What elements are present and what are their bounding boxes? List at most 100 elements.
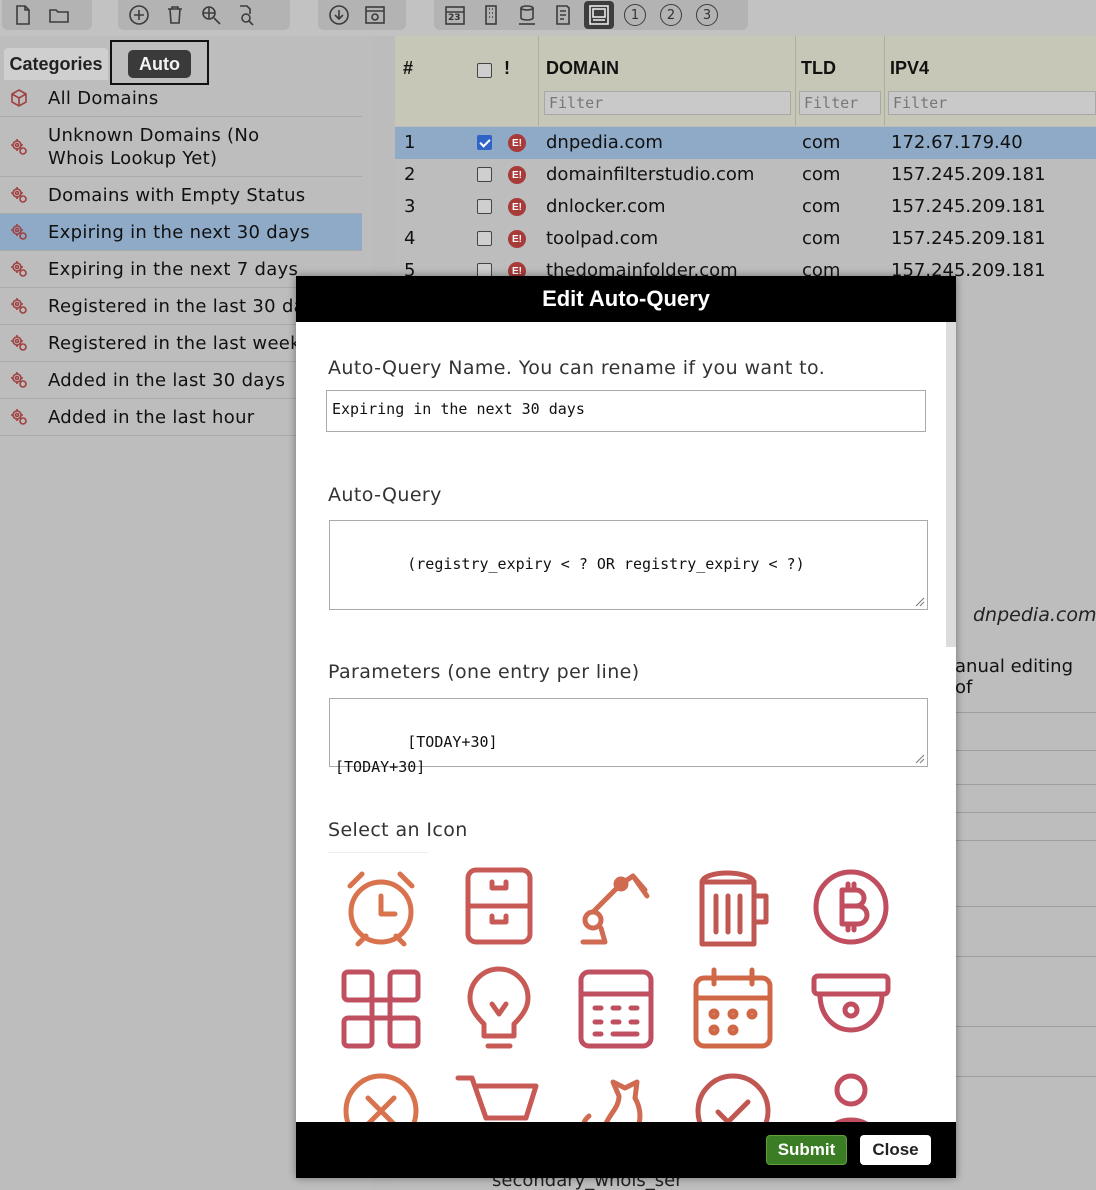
- toolbar: 23 1 2 3: [0, 0, 1096, 36]
- table-row[interactable]: 1 E! dnpedia.com com 172.67.179.40: [395, 127, 1096, 159]
- detail-domain-title: dnpedia.com: [973, 604, 1096, 626]
- category-label: All Domains: [48, 87, 159, 109]
- beer-mug-icon[interactable]: [688, 862, 778, 952]
- gears-icon: [9, 185, 29, 205]
- category-label: Domains with Empty Status: [48, 184, 306, 206]
- name-label: Auto-Query Name. You can rename if you w…: [328, 357, 826, 379]
- resize-handle-icon[interactable]: [915, 597, 925, 607]
- edit-auto-query-dialog: Edit Auto-Query Auto-Query Name. You can…: [296, 276, 956, 1178]
- document-edit-icon[interactable]: [548, 1, 578, 29]
- cat-icon[interactable]: [571, 1066, 661, 1122]
- select-all-checkbox[interactable]: [477, 63, 492, 78]
- divider: [955, 750, 1096, 751]
- category-item-selected[interactable]: Expiring in the next 30 days: [0, 214, 362, 251]
- column-divider: [538, 36, 539, 126]
- category-label: Unknown Domains (No Whois Lookup Yet): [48, 124, 260, 169]
- table-row[interactable]: 2 E! domainfilterstudio.com com 157.245.…: [395, 159, 1096, 191]
- category-label: Added in the last 30 days: [48, 369, 286, 391]
- tld-filter-input[interactable]: Filter: [799, 91, 881, 115]
- view-3-button[interactable]: 3: [692, 1, 722, 29]
- category-label: Registered in the last 30 days: [48, 295, 326, 317]
- gears-icon: [9, 370, 29, 390]
- gears-icon: [9, 259, 29, 279]
- category-label: Expiring in the next 30 days: [48, 221, 310, 243]
- tab-categories[interactable]: Categories: [4, 48, 108, 80]
- toolbar-edit-group: [118, 0, 290, 30]
- calculator-icon[interactable]: [571, 964, 661, 1054]
- divider: [955, 1026, 1096, 1027]
- building-icon[interactable]: [476, 1, 506, 29]
- layout-panel-icon[interactable]: [584, 1, 614, 29]
- category-item[interactable]: All Domains: [0, 80, 362, 117]
- app-window: 23 1 2 3 Categories Auto All Domains Unk…: [0, 0, 1096, 1190]
- download-icon[interactable]: [324, 1, 354, 29]
- settings-window-icon[interactable]: [360, 1, 390, 29]
- database-user-icon[interactable]: [512, 1, 542, 29]
- divider: [955, 906, 1096, 907]
- x-circle-icon[interactable]: [336, 1066, 426, 1122]
- trash-icon[interactable]: [160, 1, 190, 29]
- row-checkbox[interactable]: [477, 231, 492, 246]
- tab-auto[interactable]: Auto: [128, 50, 191, 78]
- params-label: Parameters (one entry per line): [328, 661, 640, 683]
- shopping-cart-icon[interactable]: [454, 1066, 544, 1122]
- search-web-icon[interactable]: [196, 1, 226, 29]
- divider: [955, 812, 1096, 813]
- calendar-day-icon[interactable]: 23: [440, 1, 470, 29]
- add-circle-icon[interactable]: [124, 1, 154, 29]
- command-key-icon[interactable]: [336, 964, 426, 1054]
- row-checkbox[interactable]: [477, 199, 492, 214]
- column-divider: [884, 36, 885, 126]
- error-badge-icon: E!: [508, 198, 526, 216]
- dialog-body: Auto-Query Name. You can rename if you w…: [296, 322, 956, 1122]
- parameters-textarea[interactable]: [TODAY+30] [TODAY+30]: [329, 698, 928, 776]
- check-circle-icon[interactable]: [688, 1066, 778, 1122]
- category-item[interactable]: Domains with Empty Status: [0, 177, 362, 214]
- table-row[interactable]: 3 E! dnlocker.com com 157.245.209.181: [395, 191, 1096, 223]
- auto-query-textarea[interactable]: (registry_expiry < ? OR registry_expiry …: [329, 520, 928, 610]
- table-row[interactable]: 4 E! toolpad.com com 157.245.209.181: [395, 223, 1096, 255]
- new-file-icon[interactable]: [8, 1, 38, 29]
- gears-icon: [9, 222, 29, 242]
- ipv4-filter-input[interactable]: Filter: [888, 91, 1096, 115]
- toolbar-view-group: 23 1 2 3: [434, 0, 748, 30]
- divider: [955, 712, 1096, 713]
- col-header-tld[interactable]: TLD: [801, 58, 836, 79]
- error-badge-icon: E!: [508, 230, 526, 248]
- submit-button[interactable]: Submit: [766, 1135, 847, 1165]
- auto-query-name-input[interactable]: Expiring in the next 30 days: [326, 390, 926, 432]
- col-header-ipv4[interactable]: IPV4: [890, 58, 929, 79]
- column-divider: [795, 36, 796, 126]
- security-camera-icon[interactable]: [806, 964, 896, 1054]
- view-1-button[interactable]: 1: [620, 1, 650, 29]
- domain-filter-input[interactable]: Filter: [544, 91, 791, 115]
- file-cabinet-icon[interactable]: [454, 862, 544, 952]
- lightbulb-icon[interactable]: [454, 964, 544, 1054]
- search-file-icon[interactable]: [232, 1, 262, 29]
- gears-icon: [9, 333, 29, 353]
- view-2-button[interactable]: 2: [656, 1, 686, 29]
- detail-text: anual editing of: [955, 656, 1073, 698]
- category-label: Registered in the last week: [48, 332, 301, 354]
- category-item[interactable]: Unknown Domains (No Whois Lookup Yet): [0, 117, 362, 177]
- user-tie-icon[interactable]: [806, 1066, 896, 1122]
- col-header-flag[interactable]: !: [504, 58, 510, 79]
- resize-handle-icon[interactable]: [915, 754, 925, 764]
- col-header-domain[interactable]: DOMAIN: [546, 58, 619, 79]
- icon-grid: [326, 852, 926, 1122]
- row-checkbox[interactable]: [477, 135, 492, 150]
- alarm-clock-icon[interactable]: [336, 862, 426, 952]
- toolbar-io-group: [318, 0, 406, 30]
- divider: [955, 840, 1096, 841]
- icon-select-label: Select an Icon: [328, 819, 468, 841]
- query-label: Auto-Query: [328, 484, 442, 506]
- col-header-num[interactable]: #: [403, 58, 413, 79]
- bitcoin-icon[interactable]: [806, 862, 896, 952]
- category-label: Expiring in the next 7 days: [48, 258, 299, 280]
- error-badge-icon: E!: [508, 134, 526, 152]
- open-folder-icon[interactable]: [44, 1, 74, 29]
- close-button[interactable]: Close: [860, 1135, 931, 1165]
- row-checkbox[interactable]: [477, 167, 492, 182]
- calendar-icon[interactable]: [688, 964, 778, 1054]
- robot-arm-icon[interactable]: [571, 862, 661, 952]
